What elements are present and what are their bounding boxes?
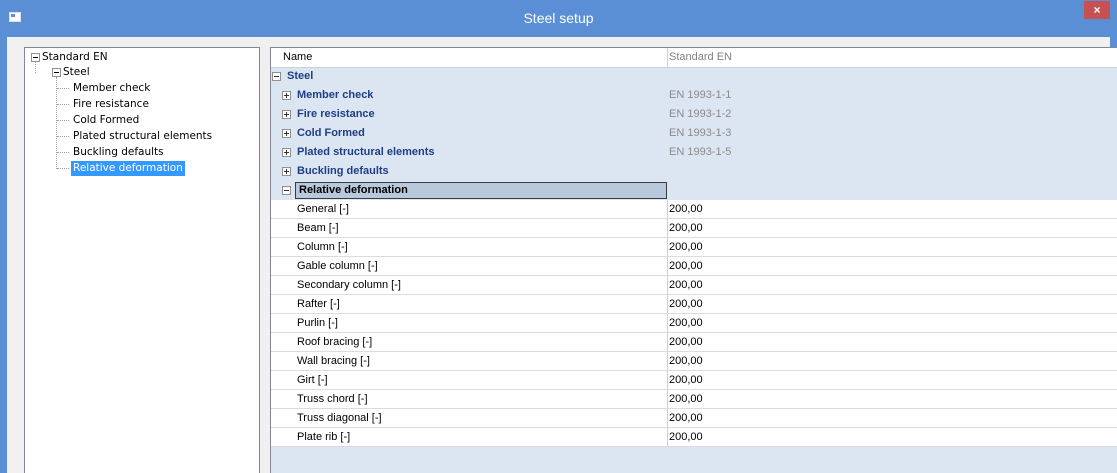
window-title: Steel setup — [523, 10, 594, 26]
property-row-general[interactable]: General [-] 200,00 — [271, 200, 1117, 219]
tree-item-relative-deformation[interactable]: Relative deformation — [71, 161, 185, 176]
property-grid: Name Standard EN Steel Member check EN 1… — [270, 47, 1117, 473]
group-value: EN 1993-1-3 — [669, 127, 732, 139]
property-value[interactable]: 200,00 — [669, 317, 703, 329]
tree-item-fire-resistance[interactable]: Fire resistance — [73, 97, 149, 112]
property-row-girt[interactable]: Girt [-] 200,00 — [271, 371, 1117, 390]
property-row-wall-bracing[interactable]: Wall bracing [-] 200,00 — [271, 352, 1117, 371]
property-row-truss-chord[interactable]: Truss chord [-] 200,00 — [271, 390, 1117, 409]
tree-node-steel[interactable]: Steel — [63, 65, 90, 80]
expand-icon[interactable] — [282, 110, 291, 119]
property-value[interactable]: 200,00 — [669, 222, 703, 234]
expand-icon[interactable] — [282, 148, 291, 157]
column-header-name: Name — [283, 51, 313, 63]
group-label: Cold Formed — [297, 127, 365, 139]
property-label: Plate rib [-] — [297, 431, 351, 443]
property-label: Truss chord [-] — [297, 393, 368, 405]
column-header-value: Standard EN — [669, 51, 732, 63]
property-row-rafter[interactable]: Rafter [-] 200,00 — [271, 295, 1117, 314]
tree-panel: Standard EN Steel Member check Fire resi… — [24, 47, 260, 473]
group-value: EN 1993-1-2 — [669, 108, 732, 120]
property-row-secondary-column[interactable]: Secondary column [-] 200,00 — [271, 276, 1117, 295]
property-label: Beam [-] — [297, 222, 339, 234]
property-row-truss-diagonal[interactable]: Truss diagonal [-] 200,00 — [271, 409, 1117, 428]
tree-item-buckling-defaults[interactable]: Buckling defaults — [73, 145, 164, 160]
tree-item-plated-structural-elements[interactable]: Plated structural elements — [73, 129, 212, 144]
property-value[interactable]: 200,00 — [669, 203, 703, 215]
collapse-icon[interactable] — [52, 68, 61, 77]
property-label: Roof bracing [-] — [297, 336, 373, 348]
property-row-column[interactable]: Column [-] 200,00 — [271, 238, 1117, 257]
collapse-icon[interactable] — [282, 186, 291, 195]
group-label: Buckling defaults — [297, 165, 389, 177]
property-label: Wall bracing [-] — [297, 355, 370, 367]
group-value: EN 1993-1-1 — [669, 89, 732, 101]
property-value[interactable]: 200,00 — [669, 431, 703, 443]
group-label: Fire resistance — [297, 108, 375, 120]
property-row-beam[interactable]: Beam [-] 200,00 — [271, 219, 1117, 238]
property-value[interactable]: 200,00 — [669, 336, 703, 348]
property-value[interactable]: 200,00 — [669, 374, 703, 386]
property-label: General [-] — [297, 203, 349, 215]
group-row-member-check[interactable]: Member check EN 1993-1-1 — [271, 86, 1117, 105]
property-label: Secondary column [-] — [297, 279, 401, 291]
property-value[interactable]: 200,00 — [669, 393, 703, 405]
expand-icon[interactable] — [282, 129, 291, 138]
property-value[interactable]: 200,00 — [669, 298, 703, 310]
group-row-fire-resistance[interactable]: Fire resistance EN 1993-1-2 — [271, 105, 1117, 124]
group-row-buckling-defaults[interactable]: Buckling defaults — [271, 162, 1117, 181]
tree-item-cold-formed[interactable]: Cold Formed — [73, 113, 139, 128]
property-value[interactable]: 200,00 — [669, 279, 703, 291]
property-value[interactable]: 200,00 — [669, 260, 703, 272]
tree-item-member-check[interactable]: Member check — [73, 81, 150, 96]
tree-root-standard-en[interactable]: Standard EN — [42, 50, 108, 65]
group-label: Steel — [287, 70, 314, 82]
collapse-icon[interactable] — [272, 72, 281, 81]
title-bar: Steel setup × — [0, 0, 1117, 37]
expand-icon[interactable] — [282, 91, 291, 100]
group-label: Relative deformation — [299, 184, 408, 196]
grid-header: Name Standard EN — [271, 48, 1117, 68]
property-label: Girt [-] — [297, 374, 328, 386]
property-label: Rafter [-] — [297, 298, 340, 310]
group-row-cold-formed[interactable]: Cold Formed EN 1993-1-3 — [271, 124, 1117, 143]
property-value[interactable]: 200,00 — [669, 355, 703, 367]
property-row-gable-column[interactable]: Gable column [-] 200,00 — [271, 257, 1117, 276]
group-label: Member check — [297, 89, 374, 101]
group-row-plated-structural-elements[interactable]: Plated structural elements EN 1993-1-5 — [271, 143, 1117, 162]
group-label: Plated structural elements — [297, 146, 435, 158]
property-row-purlin[interactable]: Purlin [-] 200,00 — [271, 314, 1117, 333]
group-value: EN 1993-1-5 — [669, 146, 732, 158]
close-button[interactable]: × — [1084, 1, 1110, 19]
collapse-icon[interactable] — [31, 53, 40, 62]
group-row-relative-deformation[interactable]: Relative deformation — [271, 181, 1117, 200]
group-row-steel[interactable]: Steel — [271, 67, 1117, 86]
property-label: Column [-] — [297, 241, 348, 253]
property-value[interactable]: 200,00 — [669, 412, 703, 424]
property-label: Gable column [-] — [297, 260, 378, 272]
property-row-plate-rib[interactable]: Plate rib [-] 200,00 — [271, 428, 1117, 447]
property-label: Purlin [-] — [297, 317, 338, 329]
property-value[interactable]: 200,00 — [669, 241, 703, 253]
property-label: Truss diagonal [-] — [297, 412, 382, 424]
expand-icon[interactable] — [282, 167, 291, 176]
property-row-roof-bracing[interactable]: Roof bracing [-] 200,00 — [271, 333, 1117, 352]
